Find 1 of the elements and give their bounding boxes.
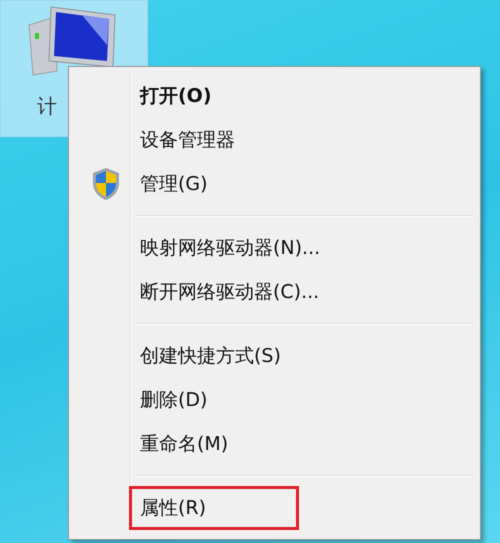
- icon-label: 计: [36, 93, 57, 120]
